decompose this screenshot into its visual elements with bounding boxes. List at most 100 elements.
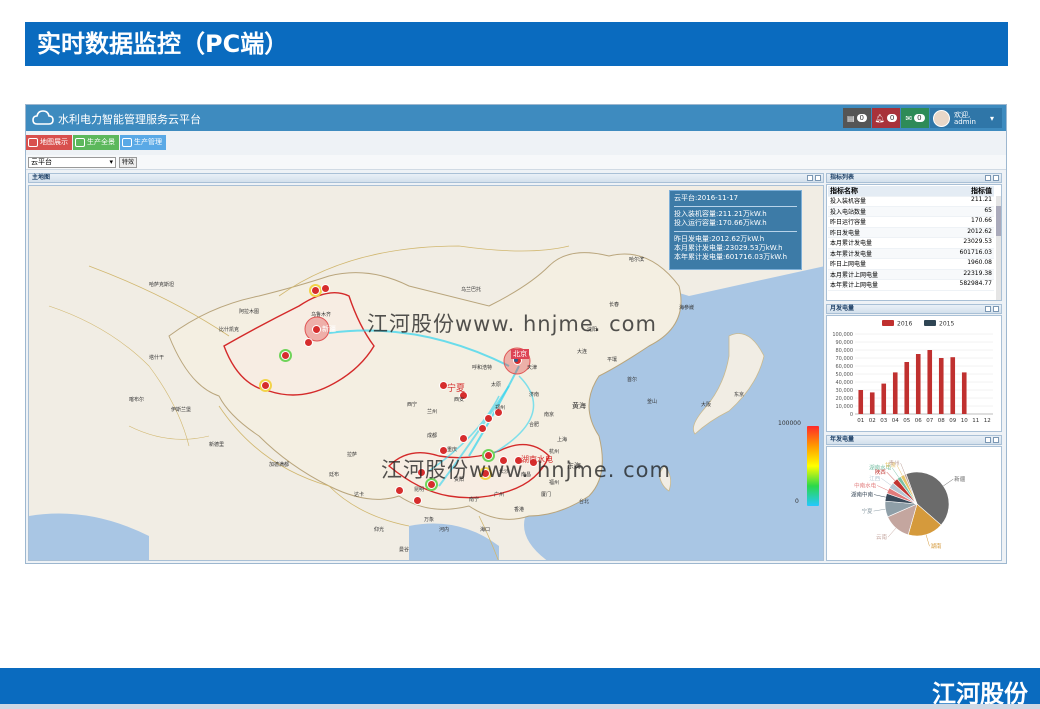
y-tick-label: 80,000 [836,348,854,354]
maximize-icon[interactable] [815,175,821,181]
indicator-scrollbar[interactable] [996,196,1001,300]
map-panel-header: 主地图 [28,173,824,183]
pie-label: 湖南 [930,542,942,550]
map-label-beijing: 北京 [511,349,529,359]
indicator-row[interactable]: 本年累计上网电量 582984.77 [828,280,994,291]
maximize-icon[interactable] [993,306,999,312]
station-marker[interactable] [395,486,404,495]
pie-label: 贵州 [889,459,900,467]
indicator-row[interactable]: 昨日发电量 2012.62 [828,227,994,238]
indicator-row[interactable]: 本月累计上网电量 22319.38 [828,269,994,280]
station-marker[interactable] [478,424,487,433]
tab-production-management[interactable]: 生产管理 [120,135,166,150]
monthly-bar-chart: 2016 2015 0 10,000 20,000 30,000 40,000 50,000 6… [832,320,993,424]
y-tick-label: 90,000 [836,340,854,346]
station-marker[interactable] [311,286,320,295]
indicator-row[interactable]: 投入装机容量 211.21 [828,196,994,207]
indicator-value: 22319.38 [963,269,992,277]
indicator-value: 582984.77 [959,280,992,287]
refresh-icon[interactable] [985,437,991,443]
map-label-dalian: 大连 [577,349,588,355]
y-tick-label: 0 [850,412,853,418]
info-month-generation: 本月累计发电量:23029.53万kW.h [674,244,783,252]
maximize-icon[interactable] [993,175,999,181]
indicator-name: 昨日发电量 [830,229,861,237]
map-label-yangon: 仰光 [374,527,385,533]
platform-select[interactable]: 云平台 [28,157,116,168]
monthly-chart-panel: 2016 2015 0 10,000 20,000 30,000 40,000 50,000 6… [826,315,1002,432]
bar [904,362,910,414]
map-label-osaka: 大阪 [701,402,712,408]
x-tick-label: 06 [915,418,922,424]
tasks-button[interactable]: ▤ 0 [843,108,871,128]
map-label-zhengzhou: 郑州 [495,405,506,411]
map-label-vladivostok: 海参崴 [679,305,695,311]
refresh-icon[interactable] [985,306,991,312]
tab-label: 地图展示 [40,138,68,146]
indicator-row[interactable]: 本月累计发电量 23029.53 [828,238,994,249]
yearly-pie-chart: 新疆湖南云南宁夏湖南中南中南水电江西陕西湖南水电甘肃贵州 [851,459,966,550]
station-marker[interactable] [413,496,422,505]
info-installed-capacity: 投入装机容量:211.21万kW.h [674,210,767,218]
messages-button[interactable]: ✉ 0 [901,108,929,128]
y-tick-label: 40,000 [836,380,854,386]
app-topbar: 水利电力智能管理服务云平台 ▤ 0 🔔︎ 0 ✉ 0 欢迎, admin ▾ [26,105,1006,131]
station-marker[interactable] [484,414,493,423]
map-label-busan: 釜山 [647,399,658,405]
map-toolbar: 云平台 特效 [26,155,1006,170]
watermark-middle: 江河股份www. hnjme. com [381,458,671,482]
pie-label-line [891,467,900,478]
map-label-chongqing: 重庆 [447,447,458,453]
map-label-hanoi: 河内 [439,527,450,533]
station-marker[interactable] [304,338,313,347]
x-tick-label: 10 [961,418,968,424]
effects-button[interactable]: 特效 [119,157,137,168]
tasks-icon: ▤ [846,113,855,123]
station-marker[interactable] [312,325,321,334]
map-label-jinan: 济南 [529,392,540,398]
bar [858,390,864,414]
tab-map-display[interactable]: 地图展示 [26,135,72,150]
bar [869,392,875,414]
refresh-icon[interactable] [985,175,991,181]
app-title: 水利电力智能管理服务云平台 [58,113,201,126]
station-marker[interactable] [281,351,290,360]
user-menu[interactable]: 欢迎, admin ▾ [930,108,1002,128]
bar [915,354,921,414]
tab-production-overview[interactable]: 生产全景 [73,135,119,150]
indicator-value: 2012.62 [967,227,992,235]
indicator-name: 投入电站数量 [830,208,867,216]
legend-min-label: 0 [795,498,799,505]
maximize-icon[interactable] [993,437,999,443]
color-scale-legend[interactable] [807,426,819,506]
main-map[interactable]: 北京 宁夏 湖南水电 新疆 黄海 东海 南宁 广州 海口 上海 天津 大连 哈尔… [28,185,824,561]
notifications-button[interactable]: 🔔︎ 0 [872,108,900,128]
footer-line [0,704,1040,709]
station-marker[interactable] [459,434,468,443]
indicator-panel: 指标名称 指标值 投入装机容量 211.21 投入电站数量 65 昨日运行容量 170.6… [826,184,1002,301]
station-marker[interactable] [261,381,270,390]
info-running-capacity: 投入运行容量:170.66万kW.h [674,219,767,227]
indicator-row[interactable]: 昨日上网电量 1960.08 [828,259,994,270]
indicator-name: 本月累计上网电量 [830,271,879,279]
monthly-chart-header: 月发电量 [826,304,1002,314]
col-name-header: 指标名称 [830,187,858,195]
refresh-icon[interactable] [807,175,813,181]
info-yesterday-generation: 昨日发电量:2012.62万kW.h [674,235,765,243]
map-label-nanning: 南宁 [469,497,480,503]
y-tick-label: 10,000 [836,404,854,410]
pie-label-line [881,478,892,486]
map-label-shanghai: 上海 [557,437,568,443]
indicator-value: 1960.08 [967,259,992,266]
map-label-dhaka: 达卡 [354,492,365,498]
indicator-row[interactable]: 昨日运行容量 170.66 [828,217,994,228]
pie-label-line [925,534,930,547]
indicator-row[interactable]: 投入电站数量 65 [828,206,994,217]
tab-label: 生产全景 [87,138,115,146]
pie-label-line [873,508,886,512]
x-tick-label: 01 [857,418,864,424]
map-label-urumqi: 乌鲁木齐 [311,312,332,318]
indicator-row[interactable]: 本年累计发电量 601716.03 [828,248,994,259]
slide-title: 实时数据监控（PC端） [25,22,1008,66]
station-marker[interactable] [321,284,330,293]
